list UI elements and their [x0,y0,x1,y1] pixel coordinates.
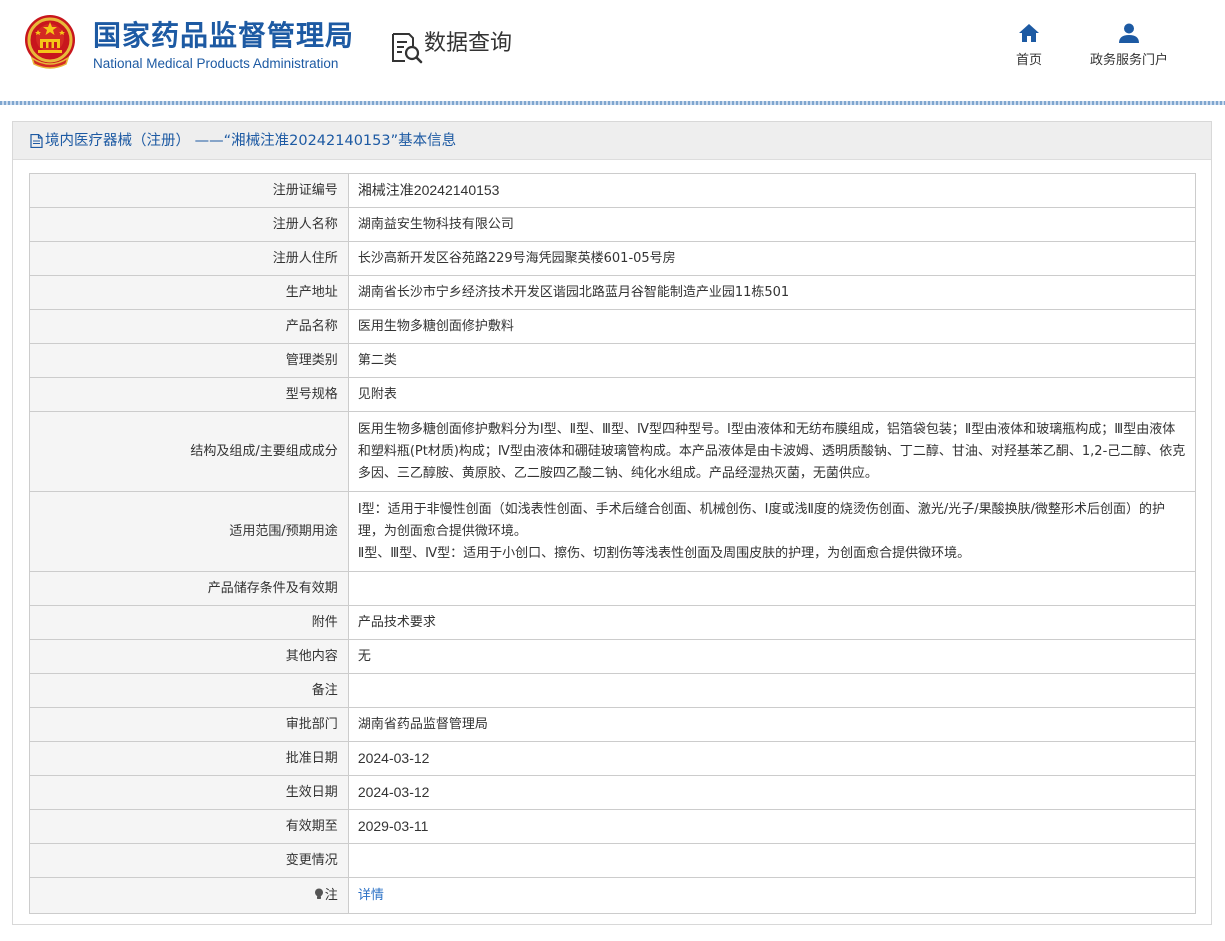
table-row: 附件 产品技术要求 [29,605,1197,640]
row-value: 湘械注准20242140153 [347,173,1197,208]
table-row: 生效日期 2024-03-12 [29,775,1197,810]
attachment: 产品技术要求 [347,605,1197,640]
row-label: 注册人住所 [29,241,349,276]
site-header: 国家药品监督管理局 National Medical Products Admi… [0,0,1225,105]
row-label: 有效期至 [29,809,349,844]
approval-date: 2024-03-12 [357,749,430,766]
lightbulb-icon [314,888,323,899]
row-label: 注 [324,887,338,903]
table-row: 生产地址 湖南省长沙市宁乡经济技术开发区谐园北路蓝月谷智能制造产业园11栋501 [29,275,1197,310]
table-row: 注册证编号 湘械注准20242140153 [29,173,1197,208]
table-row: 注 详情 [29,877,1197,914]
row-label: 注册证编号 [29,173,349,208]
row-label: 管理类别 [29,343,349,378]
row-label: 产品名称 [29,309,349,344]
national-emblem-icon [25,15,75,69]
registrant-name: 湖南益安生物科技有限公司 [347,207,1197,242]
row-value: 2024-03-12 [347,741,1197,776]
nav-gov-service-portal[interactable]: 政务服务门户 [1078,22,1180,70]
row-label: 生效日期 [29,775,349,810]
nav-home-label: 首页 [1015,53,1042,68]
approval-department: 湖南省药品监督管理局 [347,707,1197,742]
home-icon [1019,24,1039,42]
table-row: 其他内容 无 [29,639,1197,674]
management-category: 第二类 [347,343,1197,378]
storage-conditions [347,571,1197,606]
row-label: 附件 [29,605,349,640]
table-row: 结构及组成/主要组成成分 医用生物多糖创面修护敷料分为Ⅰ型、Ⅱ型、Ⅲ型、Ⅳ型四种… [29,411,1197,492]
panel-title: 境内医疗器械（注册） ——“湘械注准20242140153”基本信息 [45,133,457,149]
registration-info-table: 注册证编号 湘械注准20242140153 注册人名称 湖南益安生物科技有限公司… [29,173,1197,914]
remarks [347,673,1197,708]
table-row: 批准日期 2024-03-12 [29,741,1197,776]
table-row: 型号规格 见附表 [29,377,1197,412]
row-label: 型号规格 [29,377,349,412]
table-row: 适用范围/预期用途 Ⅰ型：适用于非慢性创面（如浅表性创面、手术后缝合创面、机械创… [29,491,1197,572]
row-label: 批准日期 [29,741,349,776]
row-label: 产品储存条件及有效期 [29,571,349,606]
model-spec: 见附表 [347,377,1197,412]
registrant-address: 长沙高新开发区谷苑路229号海凭园聚英楼601-05号房 [347,241,1197,276]
row-label: 变更情况 [29,843,349,878]
row-label: 其他内容 [29,639,349,674]
org-name-cn: 国家药品监督管理局 [93,19,355,52]
note-label-cell: 注 [29,877,349,914]
org-name-en: National Medical Products Administration [93,56,339,71]
intended-use: Ⅰ型：适用于非慢性创面（如浅表性创面、手术后缝合创面、机械创伤、Ⅰ度或浅Ⅱ度的烧… [347,491,1197,572]
row-value: 2024-03-12 [347,775,1197,810]
product-name: 医用生物多糖创面修护敷料 [347,309,1197,344]
registration-number: 湘械注准20242140153 [357,181,500,198]
details-link[interactable]: 详情 [358,888,384,903]
table-row: 变更情况 [29,843,1197,878]
document-search-icon [392,33,423,64]
detail-panel: 境内医疗器械（注册） ——“湘械注准20242140153”基本信息 注册证编号… [12,121,1212,925]
row-label: 注册人名称 [29,207,349,242]
structure-text: 医用生物多糖创面修护敷料分为Ⅰ型、Ⅱ型、Ⅲ型、Ⅳ型四种型号。Ⅰ型由液体和无纺布膜… [357,421,1186,481]
row-value: 2029-03-11 [347,809,1197,844]
change-history [347,843,1197,878]
user-icon [1119,23,1139,43]
document-icon [30,134,43,148]
row-label: 审批部门 [29,707,349,742]
table-row: 产品储存条件及有效期 [29,571,1197,606]
header-divider [0,101,1225,105]
row-label: 备注 [29,673,349,708]
structure-composition: 医用生物多糖创面修护敷料分为Ⅰ型、Ⅱ型、Ⅲ型、Ⅳ型四种型号。Ⅰ型由液体和无纺布膜… [347,411,1197,492]
table-row: 有效期至 2029-03-11 [29,809,1197,844]
data-query-title: 数据查询 [424,31,513,56]
intended-use-line: Ⅰ型：适用于非慢性创面（如浅表性创面、手术后缝合创面、机械创伤、Ⅰ度或浅Ⅱ度的烧… [357,501,1166,539]
panel-header: 境内医疗器械（注册） ——“湘械注准20242140153”基本信息 [13,122,1211,160]
effective-date: 2024-03-12 [357,783,430,800]
table-row: 备注 [29,673,1197,708]
table-row: 审批部门 湖南省药品监督管理局 [29,707,1197,742]
table-row: 注册人住所 长沙高新开发区谷苑路229号海凭园聚英楼601-05号房 [29,241,1197,276]
nav-home[interactable]: 首页 [1003,22,1055,70]
production-address: 湖南省长沙市宁乡经济技术开发区谐园北路蓝月谷智能制造产业园11栋501 [347,275,1197,310]
row-label: 结构及组成/主要组成成分 [29,411,349,492]
row-label: 适用范围/预期用途 [29,491,349,572]
table-row: 注册人名称 湖南益安生物科技有限公司 [29,207,1197,242]
table-row: 产品名称 医用生物多糖创面修护敷料 [29,309,1197,344]
other-content: 无 [347,639,1197,674]
table-row: 管理类别 第二类 [29,343,1197,378]
row-label: 生产地址 [29,275,349,310]
row-value: 详情 [347,877,1197,914]
nav-gov-service-label: 政务服务门户 [1089,53,1168,68]
intended-use-line: Ⅱ型、Ⅲ型、Ⅳ型：适用于小创口、擦伤、切割伤等浅表性创面及周围皮肤的护理，为创面… [357,545,971,561]
expiry-date: 2029-03-11 [357,817,429,834]
